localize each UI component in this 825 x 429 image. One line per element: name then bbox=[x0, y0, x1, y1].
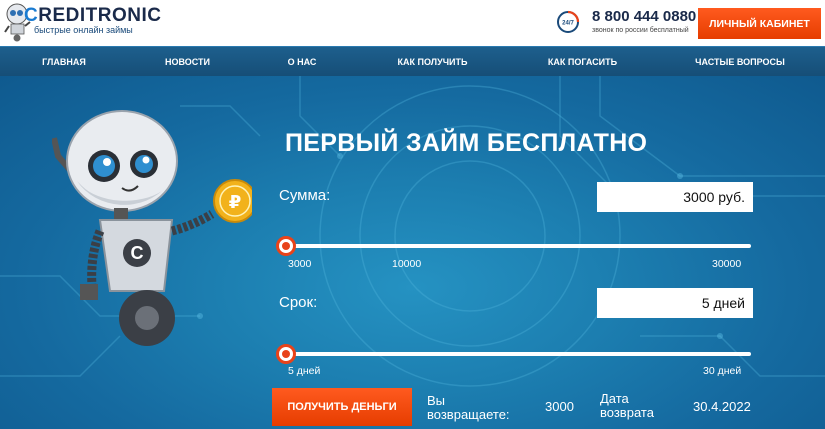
return-label-line2: возвращаете: bbox=[427, 407, 510, 422]
nav-item-about[interactable]: О НАС bbox=[262, 47, 342, 77]
term-tick-min: 5 дней bbox=[288, 365, 321, 377]
personal-cabinet-button[interactable]: ЛИЧНЫЙ КАБИНЕТ bbox=[698, 8, 821, 39]
term-slider-thumb[interactable] bbox=[276, 344, 296, 364]
amount-tick-mid: 10000 bbox=[392, 258, 422, 270]
nav-item-how-to-get[interactable]: КАК ПОЛУЧИТЬ bbox=[380, 47, 485, 77]
term-field[interactable]: 5 дней bbox=[597, 288, 753, 318]
amount-label: Сумма: bbox=[279, 187, 331, 204]
logo-text[interactable]: CREDITRONIC bbox=[24, 5, 161, 27]
amount-tick-min: 3000 bbox=[288, 258, 312, 270]
get-money-button[interactable]: ПОЛУЧИТЬ ДЕНЬГИ bbox=[272, 388, 412, 426]
coin-icon: ₽ bbox=[213, 179, 252, 223]
nav-item-home[interactable]: ГЛАВНАЯ bbox=[20, 47, 108, 77]
header: CREDITRONIC быстрые онлайн займы 24/7 8 … bbox=[0, 0, 825, 46]
amount-slider-thumb[interactable] bbox=[276, 236, 296, 256]
robot-mascot-illustration: C ₽ bbox=[52, 110, 252, 346]
term-label: Срок: bbox=[279, 294, 318, 311]
return-date-value: 30.4.2022 bbox=[693, 399, 751, 414]
term-slider-track[interactable] bbox=[279, 352, 751, 356]
term-tick-max: 30 дней bbox=[703, 365, 742, 377]
support-badge-text: 24/7 bbox=[562, 21, 574, 27]
return-amount-label: Вы возвращаете: bbox=[427, 394, 510, 422]
nav-item-news[interactable]: НОВОСТИ bbox=[145, 47, 230, 77]
nav-item-faq[interactable]: ЧАСТЫЕ ВОПРОСЫ bbox=[680, 47, 800, 77]
return-amount-value: 3000 bbox=[545, 399, 574, 414]
main-nav: ГЛАВНАЯ НОВОСТИ О НАС КАК ПОЛУЧИТЬ КАК П… bbox=[0, 46, 825, 76]
coin-symbol: ₽ bbox=[229, 192, 242, 213]
amount-tick-max: 30000 bbox=[712, 258, 742, 270]
support-24-7-icon: 24/7 bbox=[557, 10, 580, 33]
phone-note: звонок по россии бесплатный bbox=[592, 27, 689, 34]
date-label-line2: возврата bbox=[600, 405, 654, 420]
return-date-label: Дата возврата bbox=[600, 392, 654, 420]
logo-tagline: быстрые онлайн займы bbox=[34, 25, 133, 35]
phone-number[interactable]: 8 800 444 0880 bbox=[592, 8, 696, 25]
return-label-line1: Вы bbox=[427, 393, 446, 408]
nav-item-how-to-repay[interactable]: КАК ПОГАСИТЬ bbox=[530, 47, 635, 77]
robot-badge-text: C bbox=[131, 243, 144, 263]
hero-section: C ₽ ПЕРВЫЙ ЗАЙМ БЕСПЛАТНО Сумма: 3000 ру… bbox=[0, 76, 825, 429]
amount-field[interactable]: 3000 руб. bbox=[597, 182, 753, 212]
amount-slider-track[interactable] bbox=[279, 244, 751, 248]
hero-title: ПЕРВЫЙ ЗАЙМ БЕСПЛАТНО bbox=[285, 129, 648, 157]
date-label-line1: Дата bbox=[600, 391, 629, 406]
